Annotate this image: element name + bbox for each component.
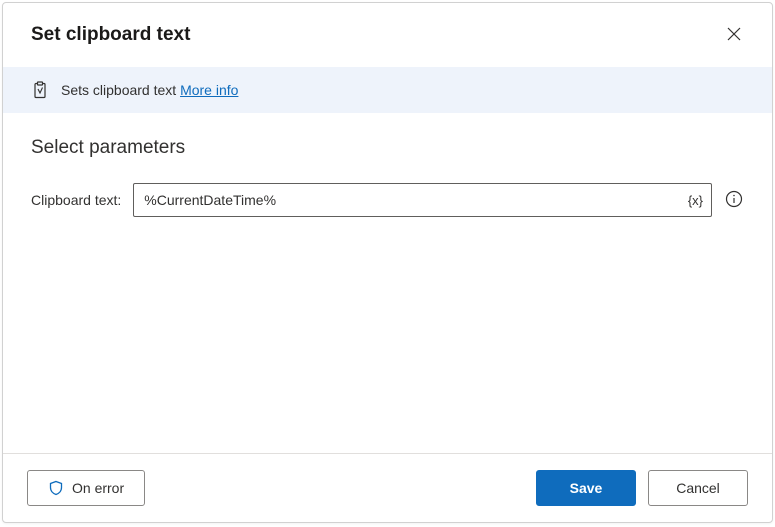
insert-variable-button[interactable]: {x} [680,184,711,216]
field-clipboard-text: Clipboard text: {x} [31,183,744,217]
cancel-label: Cancel [676,480,720,496]
dialog-body: Select parameters Clipboard text: {x} [3,113,772,453]
more-info-link[interactable]: More info [180,82,238,98]
clipboard-icon [31,81,49,99]
save-button[interactable]: Save [536,470,636,506]
on-error-button[interactable]: On error [27,470,145,506]
footer-actions: Save Cancel [536,470,748,506]
close-icon [727,27,741,44]
dialog-header: Set clipboard text [3,3,772,67]
shield-icon [48,480,64,496]
clipboard-text-input[interactable] [134,186,680,214]
save-label: Save [570,480,603,496]
dialog-set-clipboard-text: Set clipboard text Sets clipboard text M… [2,2,773,523]
section-title: Select parameters [31,137,744,159]
cancel-button[interactable]: Cancel [648,470,748,506]
info-banner: Sets clipboard text More info [3,67,772,113]
field-label-clipboard-text: Clipboard text: [31,192,121,208]
dialog-title: Set clipboard text [31,24,190,46]
input-wrapper-clipboard-text: {x} [133,183,712,217]
banner-description: Sets clipboard text [61,82,180,98]
dialog-footer: On error Save Cancel [3,453,772,522]
banner-text: Sets clipboard text More info [61,82,238,98]
info-icon [725,190,743,211]
on-error-label: On error [72,480,124,496]
field-info-button[interactable] [724,190,744,210]
close-button[interactable] [720,21,748,49]
